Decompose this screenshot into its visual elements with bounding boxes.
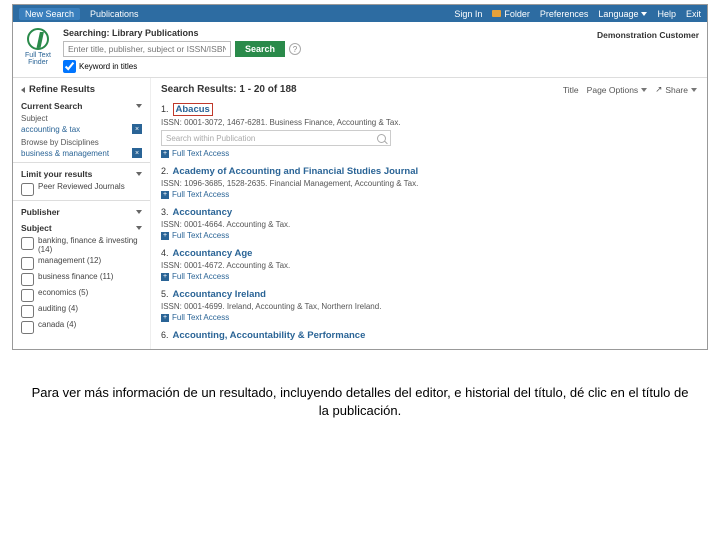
refine-heading[interactable]: Refine Results [21, 84, 142, 95]
chevron-down-icon [691, 88, 697, 92]
facet-checkbox[interactable] [21, 305, 34, 318]
result-title-link[interactable]: Abacus [176, 104, 210, 115]
folder-link[interactable]: Folder [492, 9, 530, 19]
facet-item[interactable]: management (12) [21, 256, 142, 270]
chevron-down-icon [136, 226, 142, 230]
facet-checkbox[interactable] [21, 257, 34, 270]
full-text-access-link[interactable]: +Full Text Access [161, 190, 697, 199]
chevron-down-icon [641, 12, 647, 16]
result-title-link[interactable]: Academy of Accounting and Financial Stud… [173, 166, 419, 177]
full-text-access-link[interactable]: +Full Text Access [161, 313, 697, 322]
keyword-checkbox[interactable] [63, 60, 76, 73]
result-item: 5.Accountancy IrelandISSN: 0001-4699. Ir… [161, 289, 697, 322]
plus-icon: + [161, 191, 169, 199]
keyword-checkbox-row[interactable]: Keyword in titles [63, 60, 301, 73]
logo-icon [27, 28, 49, 50]
sort-title[interactable]: Title [563, 85, 579, 95]
chevron-down-icon [136, 210, 142, 214]
result-item: 3.AccountancyISSN: 0001-4664. Accounting… [161, 207, 697, 240]
search-within-input[interactable]: Search within Publication [161, 130, 391, 146]
plus-icon: + [161, 273, 169, 281]
full-text-access-link[interactable]: +Full Text Access [161, 231, 697, 240]
language-label: Language [598, 9, 638, 19]
remove-subject-button[interactable]: × [132, 124, 142, 134]
publisher-section[interactable]: Publisher [21, 207, 142, 217]
chevron-down-icon [136, 172, 142, 176]
help-link[interactable]: Help [657, 9, 676, 19]
top-nav: New Search Publications Sign In Folder P… [13, 5, 707, 22]
result-meta: ISSN: 0001-4672. Accounting & Tax. [161, 261, 697, 270]
signin-link[interactable]: Sign In [454, 9, 482, 19]
facet-item[interactable]: canada (4) [21, 320, 142, 334]
search-icon [377, 134, 386, 143]
discipline-filter[interactable]: business & management [21, 149, 109, 158]
help-icon[interactable]: ? [289, 43, 301, 55]
exit-link[interactable]: Exit [686, 9, 701, 19]
subject-label: Subject [21, 114, 142, 123]
keyword-label: Keyword in titles [79, 62, 137, 71]
searching-label: Searching: Library Publications [63, 28, 301, 38]
result-title-link[interactable]: Accountancy [173, 207, 233, 218]
result-meta: ISSN: 0001-4699. Ireland, Accounting & T… [161, 302, 697, 311]
plus-icon: + [161, 314, 169, 322]
facet-item[interactable]: auditing (4) [21, 304, 142, 318]
subject-filter[interactable]: accounting & tax [21, 125, 80, 134]
share-menu[interactable]: ↗Share [655, 84, 697, 95]
page-options-menu[interactable]: Page Options [587, 85, 648, 95]
browse-label: Browse by Disciplines [21, 138, 142, 147]
facet-item[interactable]: banking, finance & investing (14) [21, 236, 142, 254]
preferences-link[interactable]: Preferences [540, 9, 589, 19]
result-meta: ISSN: 0001-3072, 1467-6281. Business Fin… [161, 118, 697, 127]
remove-discipline-button[interactable]: × [132, 148, 142, 158]
facet-checkbox[interactable] [21, 289, 34, 302]
customer-label: Demonstration Customer [597, 28, 699, 40]
result-item: 2.Academy of Accounting and Financial St… [161, 166, 697, 199]
subject-section[interactable]: Subject [21, 223, 142, 233]
results-heading: Search Results: 1 - 20 of 188 [161, 84, 297, 95]
search-header: Full TextFinder Searching: Library Publi… [13, 22, 707, 78]
sidebar: Refine Results Current Search Subject ac… [13, 78, 151, 349]
current-search-section[interactable]: Current Search [21, 101, 142, 111]
facet-item[interactable]: business finance (11) [21, 272, 142, 286]
result-title-link[interactable]: Accountancy Age [173, 248, 253, 259]
logo-text-2: Finder [28, 59, 48, 66]
result-title-link[interactable]: Accountancy Ireland [173, 289, 266, 300]
facet-checkbox[interactable] [21, 237, 34, 250]
result-item: 1.AbacusISSN: 0001-3072, 1467-6281. Busi… [161, 103, 697, 158]
results-area: Search Results: 1 - 20 of 188 Title Page… [151, 78, 707, 349]
chevron-down-icon [641, 88, 647, 92]
result-item: 6.Accounting, Accountability & Performan… [161, 330, 697, 341]
search-button[interactable]: Search [235, 41, 285, 57]
chevron-left-icon [21, 87, 25, 93]
chevron-down-icon [136, 104, 142, 108]
publications-link[interactable]: Publications [90, 8, 139, 20]
result-meta: ISSN: 0001-4664. Accounting & Tax. [161, 220, 697, 229]
peer-reviewed-checkbox[interactable] [21, 183, 34, 196]
search-input[interactable] [63, 41, 231, 57]
folder-icon [492, 10, 501, 17]
limit-section[interactable]: Limit your results [21, 169, 142, 179]
facet-checkbox[interactable] [21, 321, 34, 334]
result-meta: ISSN: 1096-3685, 1528-2635. Financial Ma… [161, 179, 697, 188]
facet-item[interactable]: economics (5) [21, 288, 142, 302]
logo: Full TextFinder [21, 28, 55, 66]
logo-text-1: Full Text [25, 52, 51, 59]
new-search-button[interactable]: New Search [19, 8, 80, 20]
full-text-access-link[interactable]: +Full Text Access [161, 272, 697, 281]
facet-checkbox[interactable] [21, 273, 34, 286]
plus-icon: + [161, 150, 169, 158]
language-menu[interactable]: Language [598, 9, 647, 19]
peer-reviewed-checkbox-row[interactable]: Peer Reviewed Journals [21, 182, 142, 196]
plus-icon: + [161, 232, 169, 240]
slide-caption: Para ver más información de un resultado… [28, 384, 692, 419]
result-item: 4.Accountancy AgeISSN: 0001-4672. Accoun… [161, 248, 697, 281]
folder-label: Folder [504, 9, 530, 19]
full-text-access-link[interactable]: +Full Text Access [161, 149, 697, 158]
result-title-link[interactable]: Accounting, Accountability & Performance [173, 330, 366, 341]
